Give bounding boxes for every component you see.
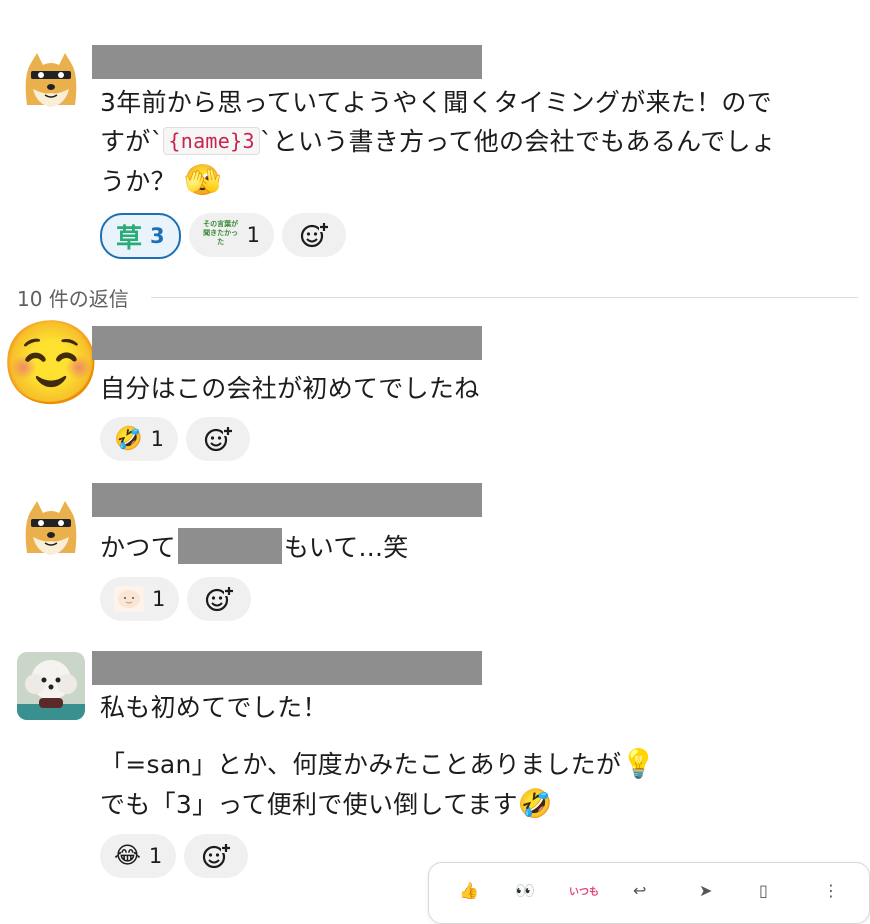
message-line: うか？ 🫣 [100,161,776,201]
avatar-dog-photo[interactable] [17,652,85,720]
reaction-bar: 🤣 1 [100,417,251,461]
message-fragment: すが` [100,127,164,156]
message-line: 「=san」とか、何度かみたことありましたが💡 [100,744,656,784]
add-emoji-icon [203,843,232,869]
add-reaction-button[interactable] [186,417,251,461]
add-reaction-button[interactable] [187,577,252,621]
message-line: すが` {name}3 `という書き方って他の会社でもあるんでしょ [100,122,776,161]
rofl-emoji: 🤣 [114,425,143,452]
forward-icon[interactable]: ➤ [699,881,712,900]
username-redacted [92,651,482,685]
reaction-face[interactable]: 1 [100,577,180,621]
reaction-kusa[interactable]: 草 3 [100,213,181,259]
reply-icon[interactable]: ↩ [633,881,646,900]
redacted-name [177,528,282,564]
message-fragment: 「=san」とか、何度かみたことありましたが [100,750,622,779]
eyes-icon[interactable]: 👀 [515,881,535,900]
add-emoji-icon [300,222,330,248]
reaction-count: 1 [148,844,163,868]
message-text: 私も初めてでした！ 「=san」とか、何度かみたことありましたが💡 でも「3」っ… [100,688,656,824]
light-bulb-emoji: 💡 [621,747,657,780]
inline-code: {name}3 [163,127,260,155]
sono-kotoba-emoji: その言葉が聞きたかった [203,220,239,246]
reaction-bar: 草 3 その言葉が聞きたかった 1 [100,213,347,259]
rofl-emoji: 🤣 [517,787,553,820]
message-fragment: もいて...笑 [283,533,409,562]
add-reaction-button[interactable] [282,213,347,257]
more-icon[interactable]: ⋮ [823,881,839,900]
bookmark-icon[interactable]: ▯ [759,881,768,900]
joy-emoji: 😂 [114,842,141,869]
pale-face-icon [118,590,140,608]
kusa-emoji: 草 [116,223,143,254]
peeking-emoji: 🫣 [184,163,222,198]
reaction-sono-kotoba[interactable]: その言葉が聞きたかった 1 [188,213,275,257]
reaction-bar: 1 [100,577,252,621]
message-actions-toolbar: 👍 👀 いつも ↩ ➤ ▯ ⋮ [428,862,870,924]
avatar-smiling-face[interactable]: ☺️ [0,318,102,410]
message-fragment: `という書き方って他の会社でもあるんでしょ [259,127,777,156]
replies-divider: 10 件の返信 [17,284,858,311]
reaction-joy[interactable]: 😂 1 [100,834,177,878]
replies-count-label: 10 件の返信 [17,286,129,311]
avatar-doge[interactable] [17,493,85,561]
message-text: かつて もいて...笑 [100,528,409,567]
message-fragment: でも「3」って便利で使い倒してます [100,790,518,819]
pale-face-emoji [114,586,144,612]
itsumo-emoji[interactable]: いつも [569,883,599,898]
username-redacted [92,483,482,517]
add-reaction-button[interactable] [184,834,249,878]
doge-avatar-icon [17,45,85,113]
reaction-bar: 😂 1 [100,834,249,878]
reaction-count: 1 [150,427,165,451]
doge-avatar-icon [17,493,85,561]
avatar-doge[interactable] [17,45,85,113]
username-redacted [92,45,482,79]
dog-photo-icon [17,652,85,720]
message-fragment: かつて [100,533,176,562]
divider-line [150,296,858,298]
message-line: 私も初めてでした！ [100,693,328,722]
message-fragment: うか？ [100,167,176,196]
thumbs-up-icon[interactable]: 👍 [459,881,479,900]
message-text: 3年前から思っていてようやく聞くタイミングが来た！ので すが` {name}3 `と… [100,83,776,201]
reaction-count: 1 [246,223,261,247]
add-emoji-icon [206,586,235,612]
add-emoji-icon [204,426,234,452]
message-line: でも「3」って便利で使い倒してます🤣 [100,784,656,824]
message-line: 3年前から思っていてようやく聞くタイミングが来た！ので [100,88,773,117]
reaction-count: 3 [150,224,165,248]
message-text: 自分はこの会社が初めてでしたね [100,374,480,403]
reaction-rofl[interactable]: 🤣 1 [100,417,179,461]
reaction-count: 1 [152,587,166,611]
username-redacted [92,326,482,360]
